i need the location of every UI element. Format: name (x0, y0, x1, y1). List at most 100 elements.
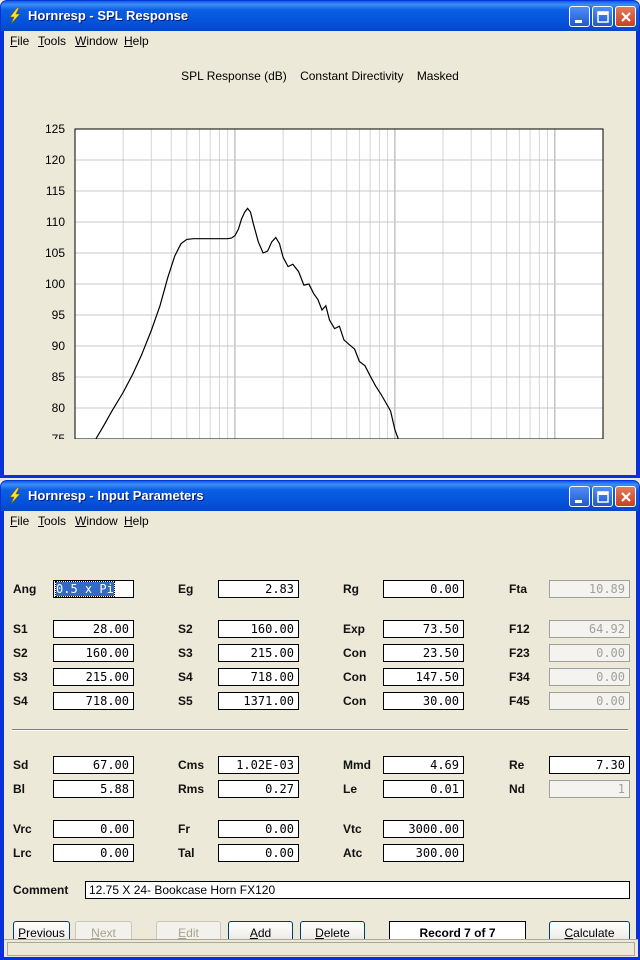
separator (12, 729, 628, 731)
param-field: 1 (549, 780, 630, 798)
close-button[interactable] (615, 6, 636, 27)
menu-bar: File Tools Window Help (4, 31, 636, 51)
comment-input[interactable]: 12.75 X 24- Bookcase Horn FX120 (85, 881, 630, 899)
param-label: S2 (13, 646, 28, 660)
param-label: Bl (13, 782, 25, 796)
spl-chart: 7580859095100105110115120125102468100246… (45, 122, 604, 439)
menu-file[interactable]: File (10, 34, 29, 48)
maximize-button[interactable] (592, 486, 613, 507)
param-label: Con (343, 646, 367, 660)
param-field: 0.00 (549, 644, 630, 662)
param-field[interactable]: 160.00 (53, 644, 134, 662)
minimize-button[interactable] (569, 6, 590, 27)
param-label: Vtc (343, 822, 362, 836)
param-label: Le (343, 782, 358, 796)
param-label: S1 (13, 622, 28, 636)
param-label: Re (509, 758, 525, 772)
menu-help[interactable]: Help (124, 514, 149, 528)
param-label: Lrc (13, 846, 32, 860)
window-title: Hornresp - Input Parameters (28, 488, 204, 503)
chart-title: SPL Response (dB) Constant Directivity M… (4, 69, 636, 83)
param-field[interactable]: 3000.00 (383, 820, 464, 838)
menu-tools[interactable]: Tools (38, 34, 66, 48)
maximize-button[interactable] (592, 6, 613, 27)
param-field[interactable]: 0.5 x Pi (53, 580, 134, 598)
param-label: Mmd (343, 758, 371, 772)
param-label: Con (343, 670, 367, 684)
chart-title-masked: Masked (416, 69, 459, 83)
param-field[interactable]: 215.00 (218, 644, 299, 662)
param-field[interactable]: 30.00 (383, 692, 464, 710)
y-tick-label: 125 (45, 122, 65, 136)
param-field[interactable]: 4.69 (383, 756, 464, 774)
param-field-selection: 0.5 x Pi (55, 581, 115, 597)
menu-file[interactable]: File (10, 514, 29, 528)
minimize-button[interactable] (569, 486, 590, 507)
y-tick-label: 75 (52, 432, 66, 439)
input-client-area: File Tools Window Help Ang 0.5 x Pi Eg 2.83… (4, 511, 638, 957)
param-label: S4 (13, 694, 28, 708)
param-field[interactable]: 0.00 (383, 580, 464, 598)
param-label: Tal (178, 846, 195, 860)
param-field[interactable]: 718.00 (218, 668, 299, 686)
param-label: Atc (343, 846, 363, 860)
param-label: Fr (178, 822, 190, 836)
param-field[interactable]: 0.00 (218, 844, 299, 862)
status-pane (7, 942, 635, 956)
param-field[interactable]: 1.02E-03 (218, 756, 299, 774)
title-bar[interactable]: Hornresp - SPL Response (1, 1, 639, 31)
param-label: Sd (13, 758, 29, 772)
param-field[interactable]: 1371.00 (218, 692, 299, 710)
menu-tools[interactable]: Tools (38, 514, 66, 528)
param-label: Con (343, 694, 367, 708)
param-field[interactable]: 160.00 (218, 620, 299, 638)
input-parameters-window: Hornresp - Input Parameters File Tools W… (0, 480, 640, 960)
param-label: Nd (509, 782, 525, 796)
param-field[interactable]: 718.00 (53, 692, 134, 710)
param-field: 0.00 (549, 692, 630, 710)
menu-window[interactable]: Window (75, 514, 118, 528)
param-field[interactable]: 28.00 (53, 620, 134, 638)
param-field[interactable]: 0.27 (218, 780, 299, 798)
param-label: Cms (178, 758, 205, 772)
param-label: F12 (509, 622, 530, 636)
param-label: Ang (13, 582, 37, 596)
comment-label: Comment (13, 883, 69, 897)
y-tick-label: 95 (52, 308, 66, 322)
param-field[interactable]: 0.00 (53, 820, 134, 838)
y-tick-label: 80 (52, 401, 66, 415)
window-title: Hornresp - SPL Response (28, 8, 189, 23)
param-label: Eg (178, 582, 194, 596)
y-tick-label: 90 (52, 339, 66, 353)
param-field[interactable]: 0.01 (383, 780, 464, 798)
chart-title-quantity: SPL Response (dB) (181, 69, 287, 83)
param-field[interactable]: 5.88 (53, 780, 134, 798)
title-bar[interactable]: Hornresp - Input Parameters (1, 481, 639, 511)
param-field[interactable]: 147.50 (383, 668, 464, 686)
param-field[interactable]: 300.00 (383, 844, 464, 862)
param-label: F23 (509, 646, 530, 660)
app-lightning-icon (9, 8, 21, 24)
chart-title-mode: Constant Directivity (300, 69, 404, 83)
param-field[interactable]: 67.00 (53, 756, 134, 774)
status-bar (4, 939, 638, 957)
param-field[interactable]: 215.00 (53, 668, 134, 686)
menu-window[interactable]: Window (75, 34, 118, 48)
y-tick-label: 100 (45, 277, 65, 291)
menu-help[interactable]: Help (124, 34, 149, 48)
chart-client-area: File Tools Window Help SPL Response (dB)… (4, 31, 636, 475)
param-label: S4 (178, 670, 193, 684)
param-field[interactable]: 2.83 (218, 580, 299, 598)
y-tick-label: 110 (46, 215, 65, 229)
param-label: F34 (509, 670, 530, 684)
y-tick-label: 85 (52, 370, 66, 384)
param-field[interactable]: 23.50 (383, 644, 464, 662)
close-button[interactable] (615, 486, 636, 507)
app-lightning-icon (9, 488, 21, 504)
spl-response-window: Hornresp - SPL Response File Tools Windo… (0, 0, 640, 478)
param-field[interactable]: 0.00 (218, 820, 299, 838)
param-field[interactable]: 0.00 (53, 844, 134, 862)
param-field[interactable]: 73.50 (383, 620, 464, 638)
param-field[interactable]: 7.30 (549, 756, 630, 774)
param-label: Vrc (13, 822, 32, 836)
